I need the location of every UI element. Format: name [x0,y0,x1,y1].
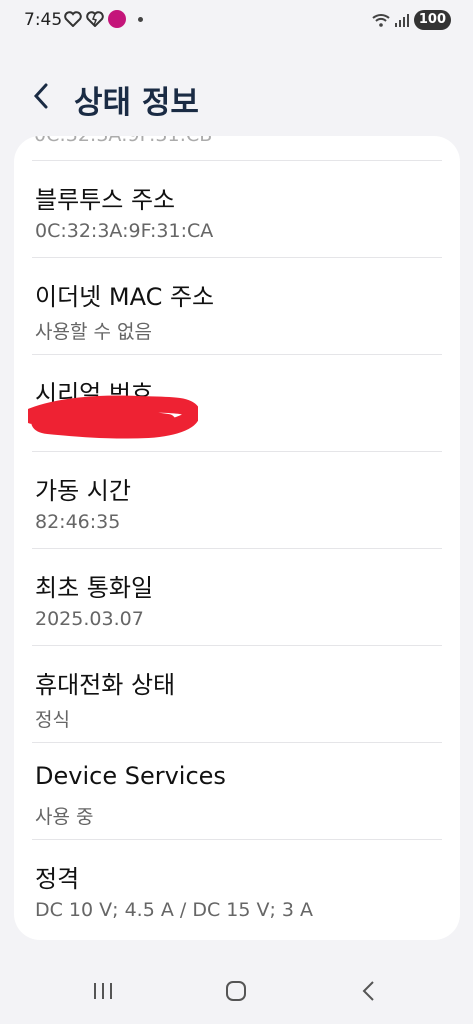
info-list-card: 0C:32:3A:9F:31:CB 블루투스 주소 0C:32:3A:9F:31… [14,136,460,940]
page-title: 상태 정보 [74,85,199,121]
list-item-ethernet-mac[interactable]: 이더넷 MAC 주소 사용할 수 없음 [14,257,460,354]
status-time: 7:45 [24,10,63,30]
divider [32,257,442,258]
signal-icon [394,14,409,27]
item-value: 사용 중 [35,806,94,828]
item-value: 2025.03.07 [35,608,144,630]
redaction-scribble [28,395,198,439]
item-value: 0C:32:3A:9F:31:CA [35,220,214,242]
divider [32,160,442,161]
chevron-left-icon[interactable] [30,81,52,111]
home-icon[interactable] [224,980,248,1002]
divider [32,451,442,452]
item-value: 82:46:35 [35,511,121,533]
notification-icons [64,10,143,28]
item-title: 정격 [35,865,80,893]
system-icons: 100 [372,10,451,30]
status-bar: 7:45 100 [0,0,473,42]
page-header: 상태 정보 [0,75,473,121]
divider [32,645,442,646]
partial-item-value: 0C:32:3A:9F:31:CB [34,136,212,146]
item-title: 휴대전화 상태 [35,671,176,699]
battery-indicator: 100 [413,10,451,30]
list-item-first-call-date[interactable]: 최초 통화일 2025.03.07 [14,548,460,645]
list-item-device-services[interactable]: Device Services 사용 중 [14,742,460,839]
wifi-icon [372,14,390,27]
divider [32,548,442,549]
divider [32,354,442,355]
navigation-bar [0,964,473,1024]
item-title: 가동 시간 [35,477,131,505]
app-notification-icon [108,10,126,28]
list-item-serial-number[interactable]: 시리얼 번호 R [14,354,460,451]
divider [32,839,442,840]
item-value: 사용할 수 없음 [35,321,152,343]
item-value: DC 10 V; 4.5 A / DC 15 V; 3 A [35,899,314,921]
recents-icon[interactable] [92,980,114,1002]
nav-back-icon[interactable] [358,980,380,1002]
item-title: Device Services [35,762,226,790]
list-item-phone-status[interactable]: 휴대전화 상태 정식 [14,645,460,742]
item-title: 최초 통화일 [35,574,154,602]
list-item-rating[interactable]: 정격 DC 10 V; 4.5 A / DC 15 V; 3 A [14,839,460,936]
item-title: 블루투스 주소 [35,186,176,214]
item-value: 정식 [35,709,70,731]
list-item-bluetooth-address[interactable]: 블루투스 주소 0C:32:3A:9F:31:CA [14,160,460,257]
list-item-uptime[interactable]: 가동 시간 82:46:35 [14,451,460,548]
item-title: 이더넷 MAC 주소 [35,283,215,311]
heart-link-icon [64,11,82,27]
heart-broken-icon [86,11,104,27]
divider [32,742,442,743]
more-notifications-dot [138,16,143,22]
